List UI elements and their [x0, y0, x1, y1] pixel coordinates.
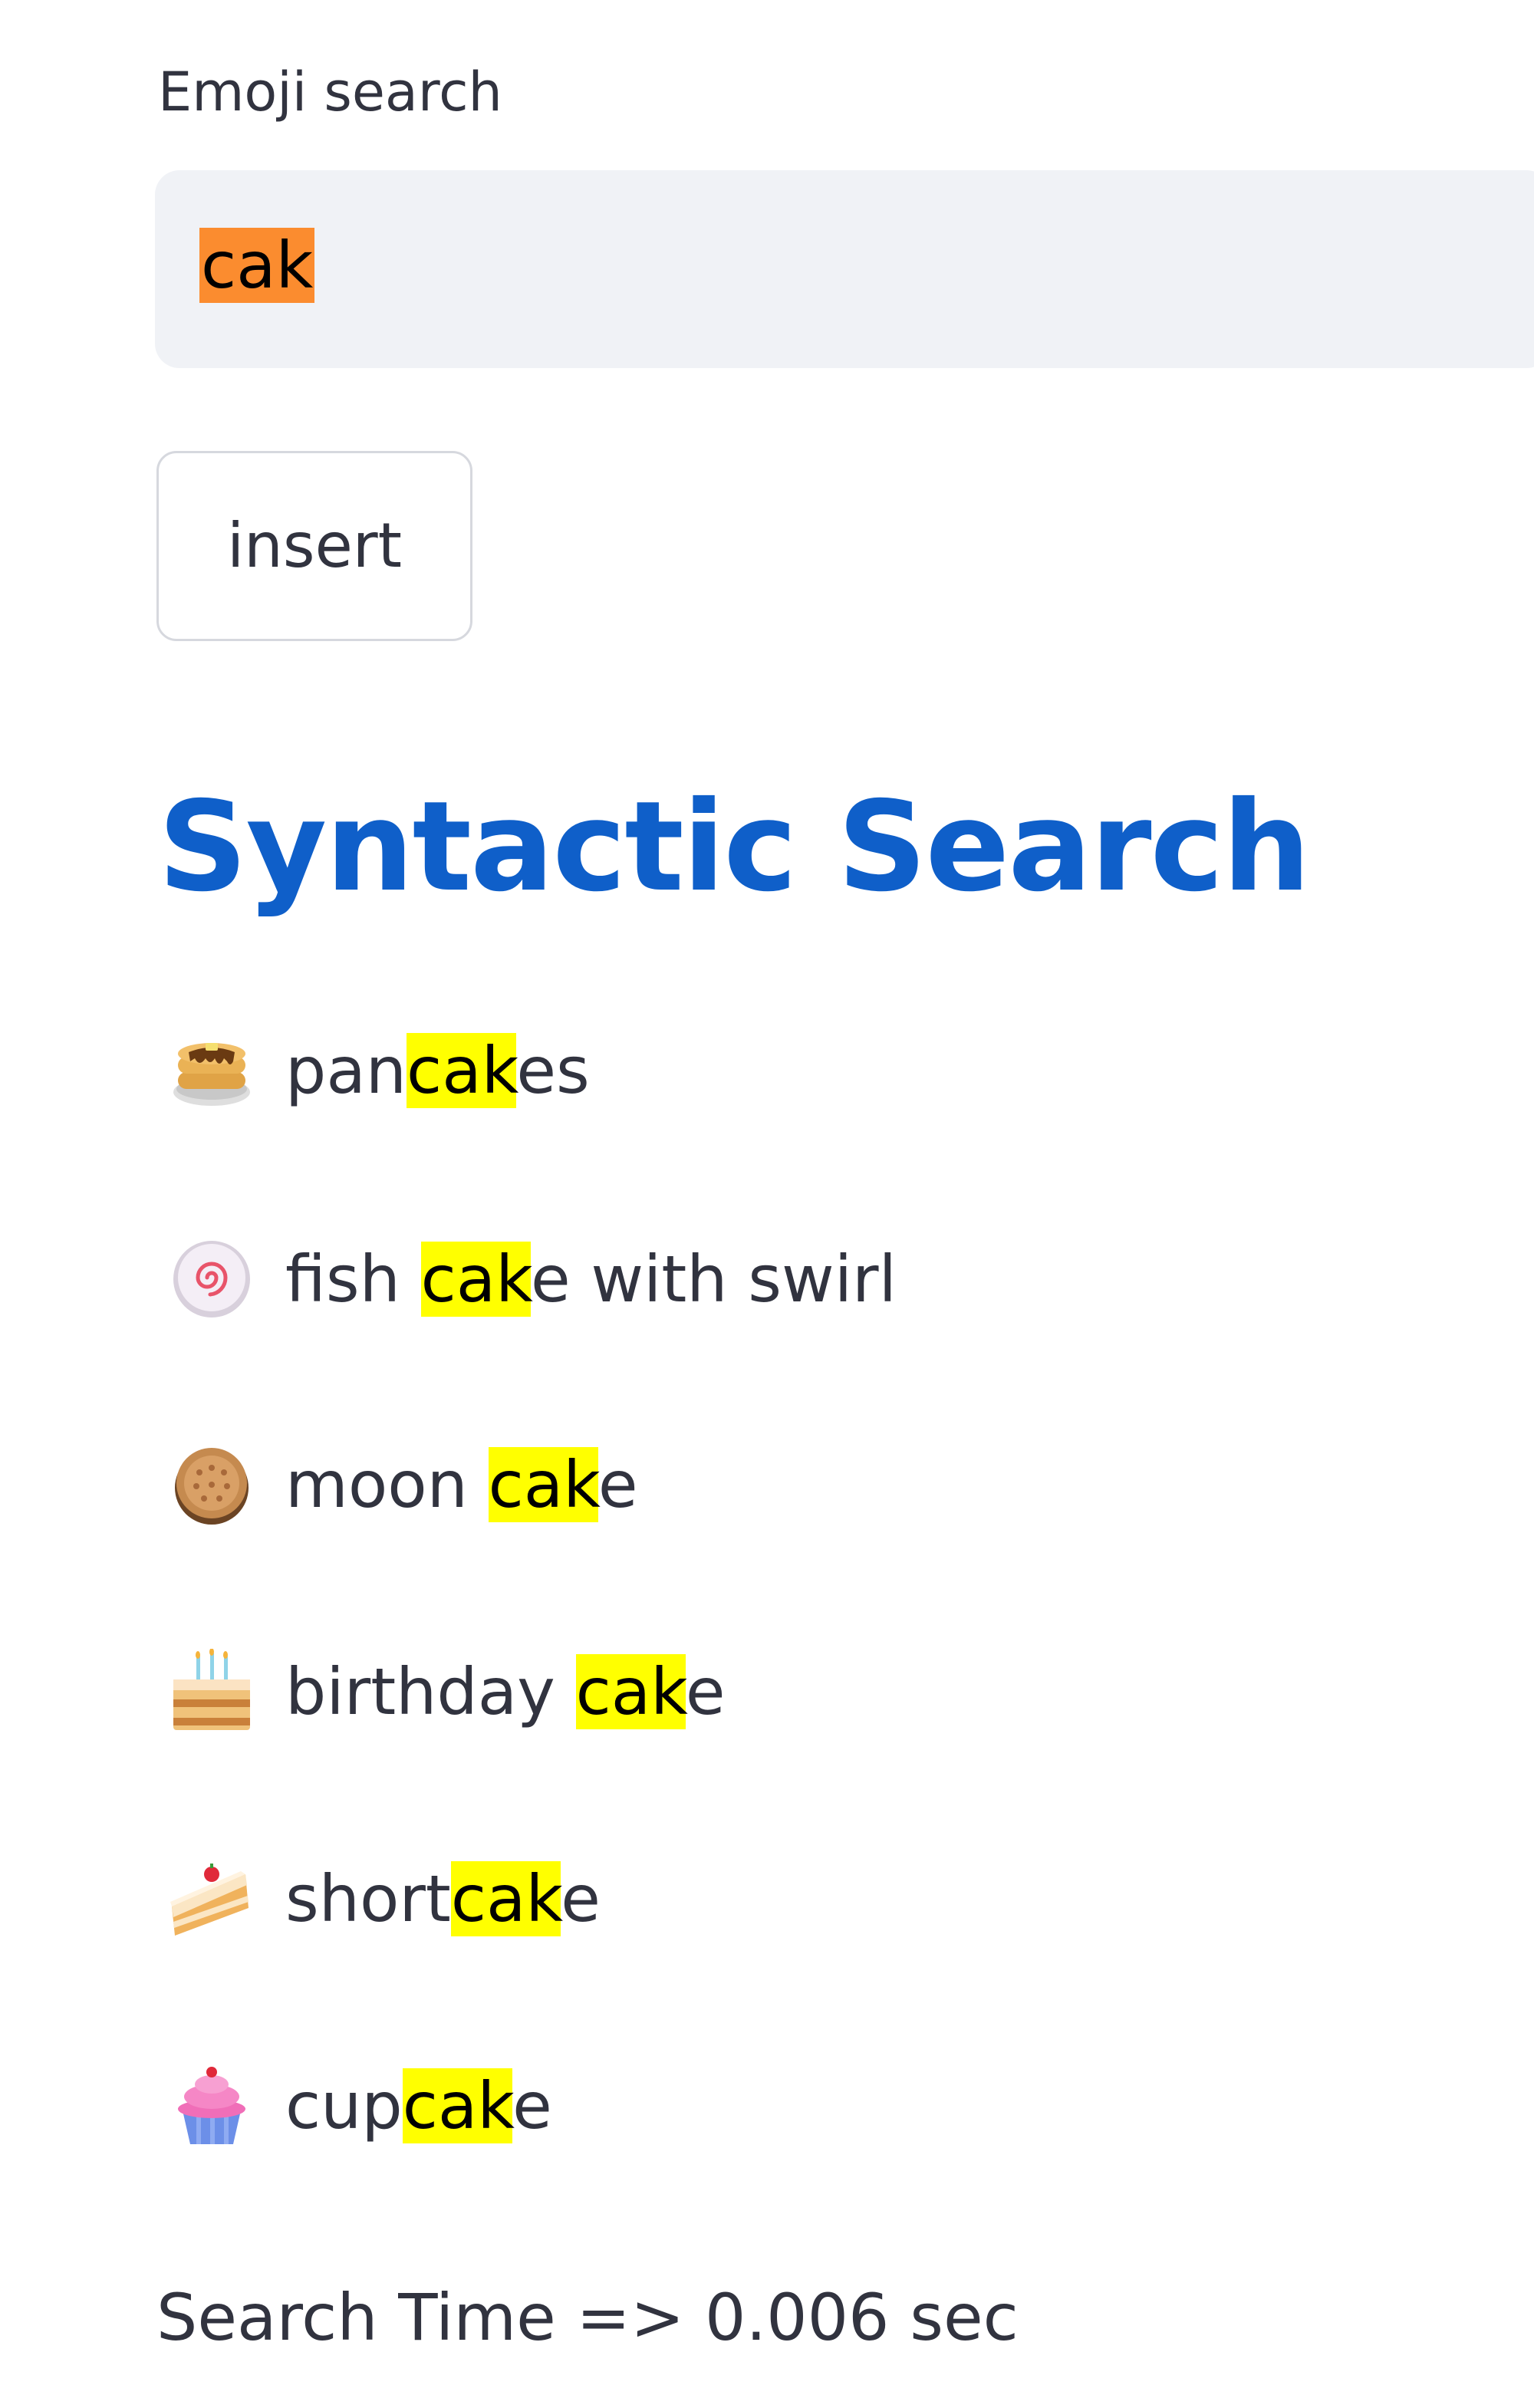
emoji-search-label: Emoji search [158, 61, 502, 123]
birthday-cake-icon [173, 1649, 250, 1730]
moon-cake-icon [175, 1448, 249, 1525]
shortcake-icon [170, 1864, 249, 1936]
search-time-text: Search Time => 0.006 sec [156, 2280, 1019, 2355]
emoji-search-app: Emoji search cak insert Syntactic Search… [0, 0, 1534, 2408]
result-label: pancakes [285, 1033, 590, 1108]
pancakes-icon [173, 1043, 250, 1106]
match-highlight: cak [488, 1447, 598, 1522]
emoji-search-input[interactable]: cak [155, 170, 1534, 368]
fish-cake-with-swirl-icon [173, 1241, 250, 1317]
result-label: cupcake [285, 2068, 552, 2143]
result-label: shortcake [285, 1861, 601, 1936]
search-input-selection: cak [199, 228, 315, 303]
insert-button[interactable]: insert [156, 451, 472, 641]
match-highlight: cak [575, 1654, 686, 1729]
search-input-value[interactable]: cak [199, 219, 315, 311]
match-highlight: cak [450, 1861, 561, 1936]
match-highlight: cak [420, 1242, 531, 1317]
match-highlight: cak [402, 2068, 513, 2143]
section-title: Syntactic Search [158, 775, 1311, 919]
result-label: moon cake [285, 1447, 638, 1522]
match-highlight: cak [407, 1033, 517, 1108]
result-label: birthday cake [285, 1654, 726, 1729]
result-label: fish cake with swirl [285, 1242, 897, 1317]
cupcake-icon [178, 2067, 245, 2144]
